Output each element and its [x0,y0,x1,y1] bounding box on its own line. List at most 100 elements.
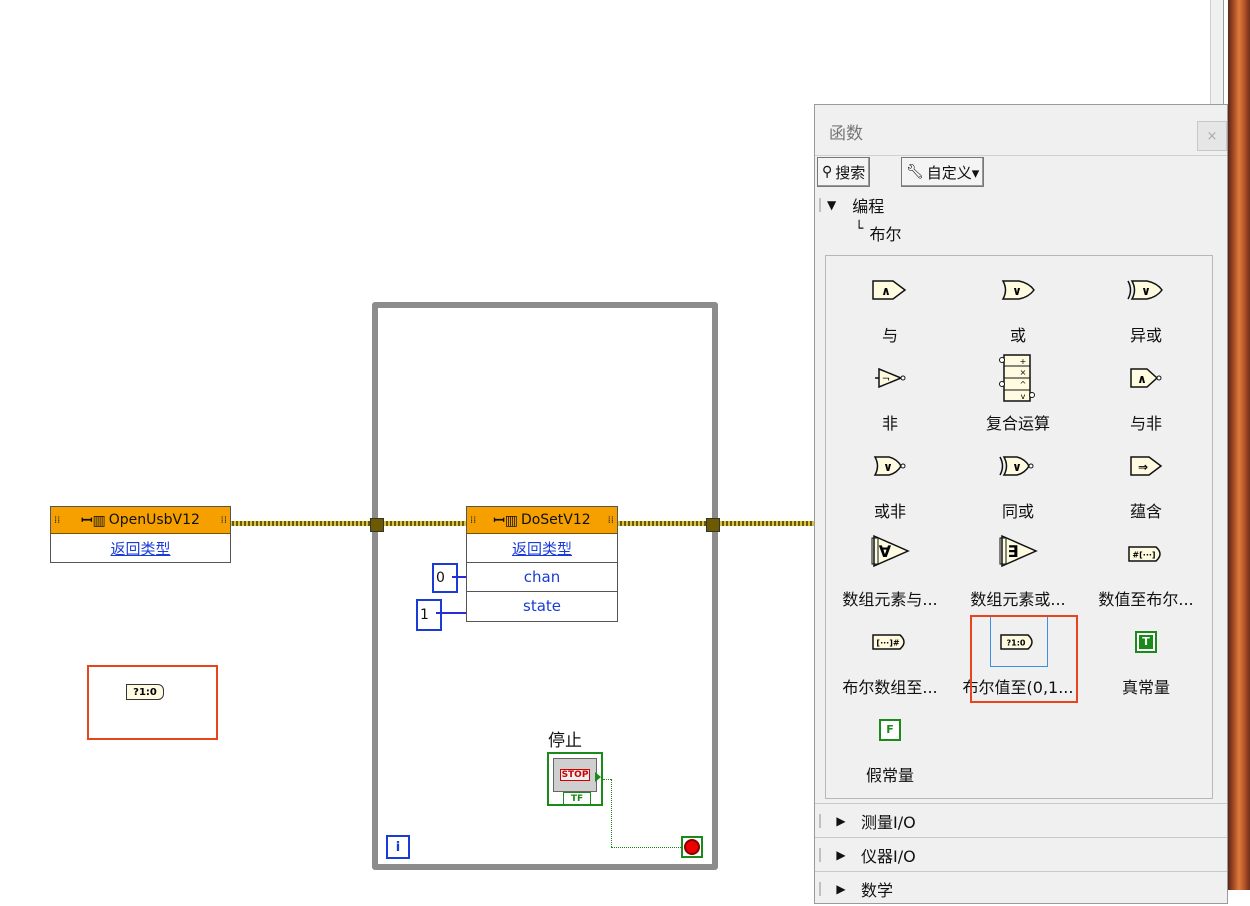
stop-wire-h2 [611,847,681,848]
expand-arrow-icon: ▶ [819,848,861,862]
and-icon: ∧ [872,280,907,300]
palette-item-label: 非 [881,414,898,433]
category-instrument-io[interactable]: ▶ 仪器I/O [815,837,1227,872]
category-label: 仪器I/O [861,847,916,866]
search-button[interactable]: ⚲ 搜索 [817,157,871,187]
svg-text:∨: ∨ [1141,284,1151,298]
doset-chan-terminal[interactable]: chan [467,562,617,591]
palette-item-label: 与 [881,326,898,345]
customize-button[interactable]: 🔧︎ 自定义▾ [901,157,985,187]
palette-item-boolean-array-to-number[interactable]: [···]# 布尔数组至... [826,608,954,697]
palette-item-xnor[interactable]: ∨ 同或 [954,432,1082,521]
palette-title: 函数 [829,124,863,144]
search-label: 搜索 [835,163,866,182]
error-wire-4 [718,521,814,526]
and-array-icon: ∀ [871,534,910,568]
dll-terminal-icon: ⁞⁞ [607,514,614,526]
false-constant-icon: F [879,719,901,741]
palette-item-implies[interactable]: ⇒ 蕴含 [1082,432,1210,521]
palette-item-number-to-boolean[interactable]: #[···] 数值至布尔... [1082,520,1210,609]
palette-item-label: 同或 [1001,502,1034,521]
svg-text:∨: ∨ [883,460,893,474]
stop-button-icon: STOP [553,758,597,792]
xnor-icon: ∨ [999,456,1034,476]
palette-item-and-array[interactable]: ∀ 数组元素与... [826,520,954,609]
palette-item-label: 布尔数组至... [842,678,938,697]
openusb-node[interactable]: ⁞⁞ ꟷ▥ OpenUsbV12 ⁞⁞ 返回类型 [50,506,231,563]
palette-item-label: 蕴含 [1129,502,1162,521]
doset-return-type[interactable]: 返回类型 [467,534,617,562]
stop-control[interactable]: STOP TF [547,752,603,806]
or-array-icon: ∃ [999,534,1038,568]
stop-wire-h1 [603,779,611,780]
dll-terminal-icon: ⁞⁞ [54,514,61,526]
search-icon: ⚲ [822,164,833,180]
svg-text:∧: ∧ [881,284,891,298]
svg-text:×: × [1020,368,1027,377]
stop-text: STOP [559,769,591,781]
palette-item-label: 或 [1009,326,1026,345]
palette-item-false-constant[interactable]: F 假常量 [826,696,954,785]
palette-item-xor[interactable]: ∨ 异或 [1082,256,1210,345]
svg-text:[···]#: [···]# [876,639,899,648]
palette-title-divider [815,155,1227,156]
error-wire-1 [228,521,372,526]
palette-item-nand[interactable]: ∧ 与非 [1082,344,1210,433]
dll-terminal-icon: ⁞⁞ [220,514,227,526]
state-constant[interactable]: 1 [416,599,442,631]
stop-control-label: 停止 [548,731,582,751]
svg-text:∨: ∨ [1012,460,1022,474]
category-programming[interactable]: ▼ 编程 [819,193,884,217]
category-measurement-io[interactable]: ▶ 测量I/O [815,803,1227,838]
palette-item-label: 数值至布尔... [1098,590,1194,609]
palette-item-or-array[interactable]: ∃ 数组元素或... [954,520,1082,609]
iteration-terminal[interactable]: i [386,835,410,859]
compound-arithmetic-icon: + × ^ v [999,354,1035,402]
desktop-background-edge [1228,0,1250,890]
true-constant-icon: T [1135,631,1157,653]
palette-item-true-constant[interactable]: T 真常量 [1082,608,1210,697]
svg-text:⇒: ⇒ [1138,460,1148,474]
stop-if-true-icon [684,839,700,855]
svg-text:+: + [1020,357,1027,366]
subcategory-boolean[interactable]: └ 布尔 [855,221,901,245]
palette-item-compound[interactable]: + × ^ v 复合运算 [954,344,1082,433]
palette-item-label: 复合运算 [985,414,1050,433]
boolean-array-to-number-icon: [···]# [872,634,905,650]
library-icon: ꟷ▥ [81,512,106,529]
doset-state-terminal[interactable]: state [467,591,617,620]
chan-wire [452,576,466,578]
palette-item-label: 假常量 [865,766,914,785]
loop-tunnel-right[interactable] [706,518,720,532]
functions-palette[interactable]: 函数 × ⚲ 搜索 🔧︎ 自定义▾ ▼ 编程 └ 布尔 ∧ 与 ∨ 或 ∨ 异或… [814,104,1228,904]
palette-item-nor[interactable]: ∨ 或非 [826,432,954,521]
or-icon: ∨ [1001,280,1035,300]
not-icon: ¬ [875,367,906,389]
palette-item-and[interactable]: ∧ 与 [826,256,954,345]
palette-item-or[interactable]: ∨ 或 [954,256,1082,345]
palette-item-label: 真常量 [1121,678,1170,697]
openusb-node-header: ⁞⁞ ꟷ▥ OpenUsbV12 ⁞⁞ [51,507,230,534]
library-icon: ꟷ▥ [493,512,518,529]
tree-branch-icon: └ [855,221,864,237]
nor-icon: ∨ [873,456,906,476]
category-math[interactable]: ▶ 数学 [815,871,1227,906]
customize-label: 自定义▾ [926,163,980,182]
conditional-terminal[interactable] [681,836,703,858]
palette-item-not[interactable]: ¬ 非 [826,344,954,433]
chan-constant[interactable]: 0 [432,563,458,593]
doset-node[interactable]: ⁞⁞ ꟷ▥ DoSetV12 ⁞⁞ 返回类型 chan state [466,506,618,622]
doset-node-title: DoSetV12 [520,512,591,528]
close-button[interactable]: × [1197,121,1227,151]
palette-item-label: 数组元素或... [970,590,1066,609]
category-label: 数学 [861,881,894,900]
wrench-icon: 🔧︎ [906,164,924,180]
openusb-return-type[interactable]: 返回类型 [51,534,230,562]
subcategory-boolean-label: 布尔 [869,225,902,244]
category-programming-label: 编程 [852,197,885,216]
boolean-functions-grid: ∧ 与 ∨ 或 ∨ 异或 ¬ 非 + × ^ v 复合运算 ∧ 与非 ∨ 或非 [825,255,1213,799]
stop-wire-v [611,779,612,847]
loop-tunnel-left[interactable] [370,518,384,532]
palette-item-label: 数组元素与... [842,590,938,609]
svg-text:#[···]: #[···] [1132,551,1155,560]
